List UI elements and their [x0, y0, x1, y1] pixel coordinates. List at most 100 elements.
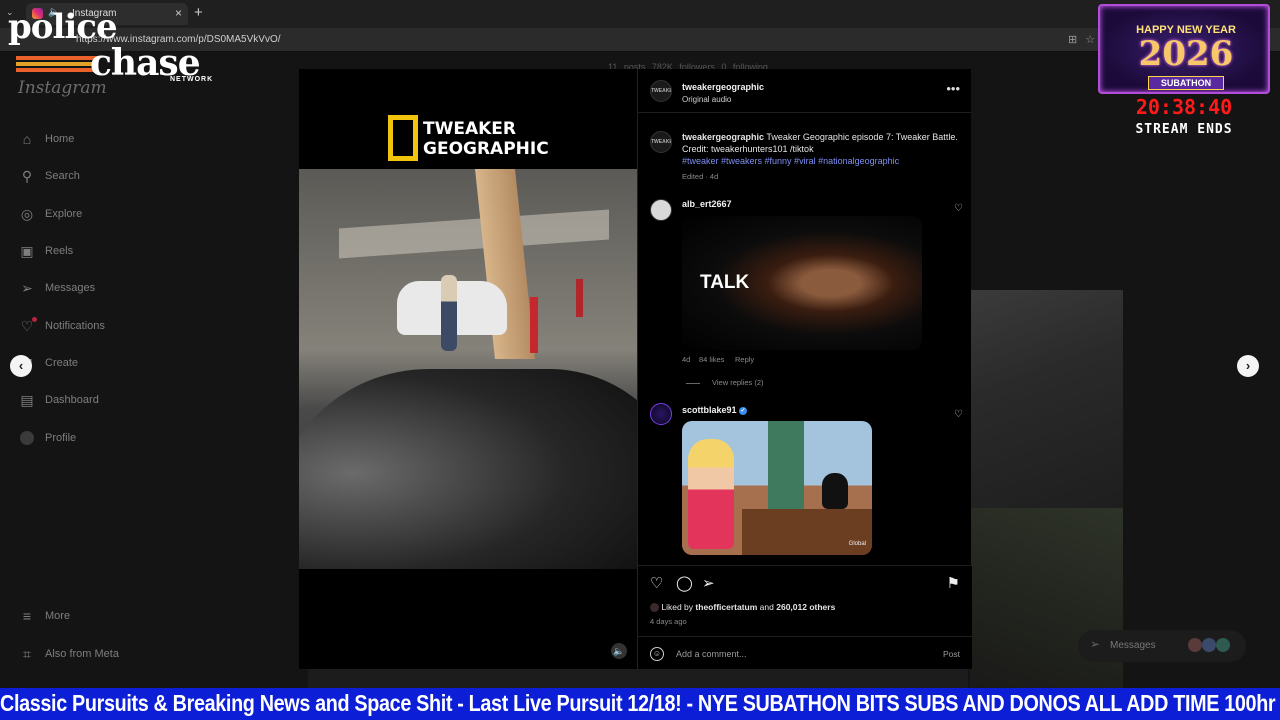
home-icon: ⌂	[22, 131, 32, 147]
post-actions: ♡ ◯ ➢ ⚑ Liked by theofficertatum and 260…	[638, 565, 972, 669]
video-frame	[299, 169, 637, 569]
compass-icon: ◎	[20, 205, 34, 222]
sidebar-item-also-from-meta[interactable]: ⌗ Also from Meta	[18, 643, 119, 665]
send-icon: ➢	[21, 279, 33, 296]
sidebar-item-profile[interactable]: Profile	[18, 427, 76, 449]
logo-stripe	[16, 62, 98, 66]
ticker-text: Classic Pursuits & Breaking News and Spa…	[0, 690, 1280, 716]
comment-like-icon[interactable]: ♡	[954, 409, 963, 420]
messages-avatar	[1202, 638, 1216, 652]
edited-label: Edited · 4d	[682, 172, 719, 181]
next-post-button[interactable]: ›	[1237, 355, 1259, 377]
comment-username-text: scottblake91	[682, 405, 737, 415]
sidebar-item-label: Dashboard	[45, 394, 99, 406]
sidebar-item-label: Also from Meta	[45, 648, 119, 660]
stream-ends-label: STREAM ENDS	[1135, 122, 1233, 137]
caption-author-avatar[interactable]: TWEAKER	[650, 131, 672, 153]
sidebar-item-label: Messages	[45, 282, 96, 294]
sidebar-item-label: Profile	[45, 432, 77, 444]
view-replies-button[interactable]: View replies (2)	[712, 378, 764, 387]
sidebar-item-explore[interactable]: ◎ Explore	[18, 203, 82, 225]
add-comment-bar: ☺ Post	[638, 636, 972, 670]
comment-like-icon[interactable]: ♡	[954, 203, 963, 214]
caption-hashtags[interactable]: #tweaker #tweakers #funny #viral #nation…	[682, 156, 899, 166]
sidebar-item-home[interactable]: ⌂ Home	[18, 128, 75, 150]
messages-avatar	[1188, 638, 1202, 652]
post-time[interactable]: 4 days ago	[650, 617, 687, 626]
send-icon: ➢	[1090, 637, 1101, 651]
liked-by-count[interactable]: 260,012 others	[776, 602, 835, 612]
menu-icon: ≡	[22, 608, 32, 624]
new-year-subathon-badge: HAPPY NEW YEAR 2026 SUBATHON	[1098, 4, 1270, 94]
sidebar-item-label: Reels	[45, 245, 74, 257]
messages-avatar	[1216, 638, 1230, 652]
comment-username[interactable]: scottblake91 ✓	[682, 405, 748, 415]
comment-username[interactable]: alb_ert2667	[682, 199, 732, 209]
sidebar-item-search[interactable]: ⚲ Search	[18, 165, 80, 187]
sidebar-item-more[interactable]: ≡ More	[18, 605, 70, 627]
sidebar-item-messages[interactable]: ➢ Messages	[18, 277, 95, 299]
post-details-panel: TWEAKER tweakergeographic Original audio…	[637, 69, 972, 669]
gif-caption: TALK	[700, 272, 750, 293]
sidebar-item-notifications[interactable]: ♡ Notifications	[18, 315, 105, 337]
sidebar-item-dashboard[interactable]: ▤ Dashboard	[18, 389, 99, 411]
liked-by-user[interactable]: theofficertatum	[695, 602, 757, 612]
comment-gif[interactable]: TALK	[682, 216, 922, 350]
share-icon[interactable]: ➢	[702, 574, 715, 592]
reply-button[interactable]: Reply	[735, 355, 754, 364]
notification-dot	[32, 317, 37, 322]
sidebar: Instagram ⌂ Home ⚲ Search ◎ Explore ▣ Reels …	[0, 52, 240, 688]
sidebar-item-label: More	[45, 610, 71, 622]
post-comment-button[interactable]: Post	[943, 649, 960, 659]
sidebar-item-label: Create	[45, 357, 79, 369]
post-video[interactable]: TWEAKER GEOGRAPHIC 🔈	[299, 69, 637, 669]
person-figure	[441, 275, 457, 351]
video-title-overlay: TWEAKER GEOGRAPHIC	[423, 119, 549, 159]
gif-character	[688, 439, 734, 549]
commenter-avatar[interactable]	[650, 199, 672, 221]
author-avatar[interactable]: TWEAKER	[650, 80, 672, 102]
video-title-line2: GEOGRAPHIC	[423, 139, 549, 159]
commenter-avatar[interactable]	[650, 403, 672, 425]
bookmark-icon[interactable]: ⚑	[947, 574, 960, 592]
comment-likes[interactable]: 84 likes	[699, 355, 724, 364]
like-icon[interactable]: ♡	[650, 574, 663, 592]
red-bollard	[576, 279, 583, 317]
previous-post-button[interactable]: ‹	[10, 355, 32, 377]
background-post-strip	[308, 668, 968, 688]
emoji-icon[interactable]: ☺	[650, 647, 664, 661]
verified-badge-icon: ✓	[739, 406, 748, 415]
comment-age: 4d	[682, 355, 691, 364]
comment-icon[interactable]: ◯	[676, 574, 693, 592]
more-options-icon[interactable]: •••	[946, 81, 960, 96]
messages-pill[interactable]: ➢ Messages	[1078, 630, 1246, 662]
gif-watermark: Global	[848, 541, 866, 547]
search-icon: ⚲	[21, 167, 33, 184]
comment-input[interactable]	[676, 645, 916, 663]
liked-by-and: and	[759, 602, 774, 612]
gas-station-canopy	[339, 209, 609, 259]
sidebar-item-label: Search	[45, 170, 80, 182]
red-bollard	[530, 297, 538, 353]
reels-icon: ▣	[20, 242, 34, 259]
sidebar-item-reels[interactable]: ▣ Reels	[18, 240, 73, 262]
nat-geo-frame-logo	[388, 115, 418, 161]
sidebar-item-label: Notifications	[45, 320, 105, 332]
comment-gif[interactable]: Global	[682, 421, 872, 555]
profile-avatar	[20, 431, 34, 445]
sidebar-item-label: Explore	[45, 208, 83, 220]
logo-stripe	[16, 68, 98, 72]
caption-username[interactable]: tweakergeographic	[682, 132, 764, 142]
logo-police-text: police	[8, 7, 118, 47]
black-car-roof	[299, 369, 637, 569]
meta-grid-icon: ⌗	[23, 645, 31, 662]
instagram-page: Instagram ⌂ Home ⚲ Search ◎ Explore ▣ Reels …	[0, 52, 1280, 688]
liked-by-avatar	[650, 603, 659, 613]
audio-toggle-icon[interactable]: 🔈	[611, 643, 627, 659]
author-username[interactable]: tweakergeographic	[682, 82, 764, 92]
messages-pill-label: Messages	[1110, 640, 1156, 651]
police-chase-network-logo: police chase NETWORK	[8, 10, 220, 86]
post-header: TWEAKER tweakergeographic Original audio…	[638, 69, 972, 113]
audio-label[interactable]: Original audio	[682, 95, 731, 104]
background-post-thumbnail[interactable]	[970, 290, 1123, 508]
